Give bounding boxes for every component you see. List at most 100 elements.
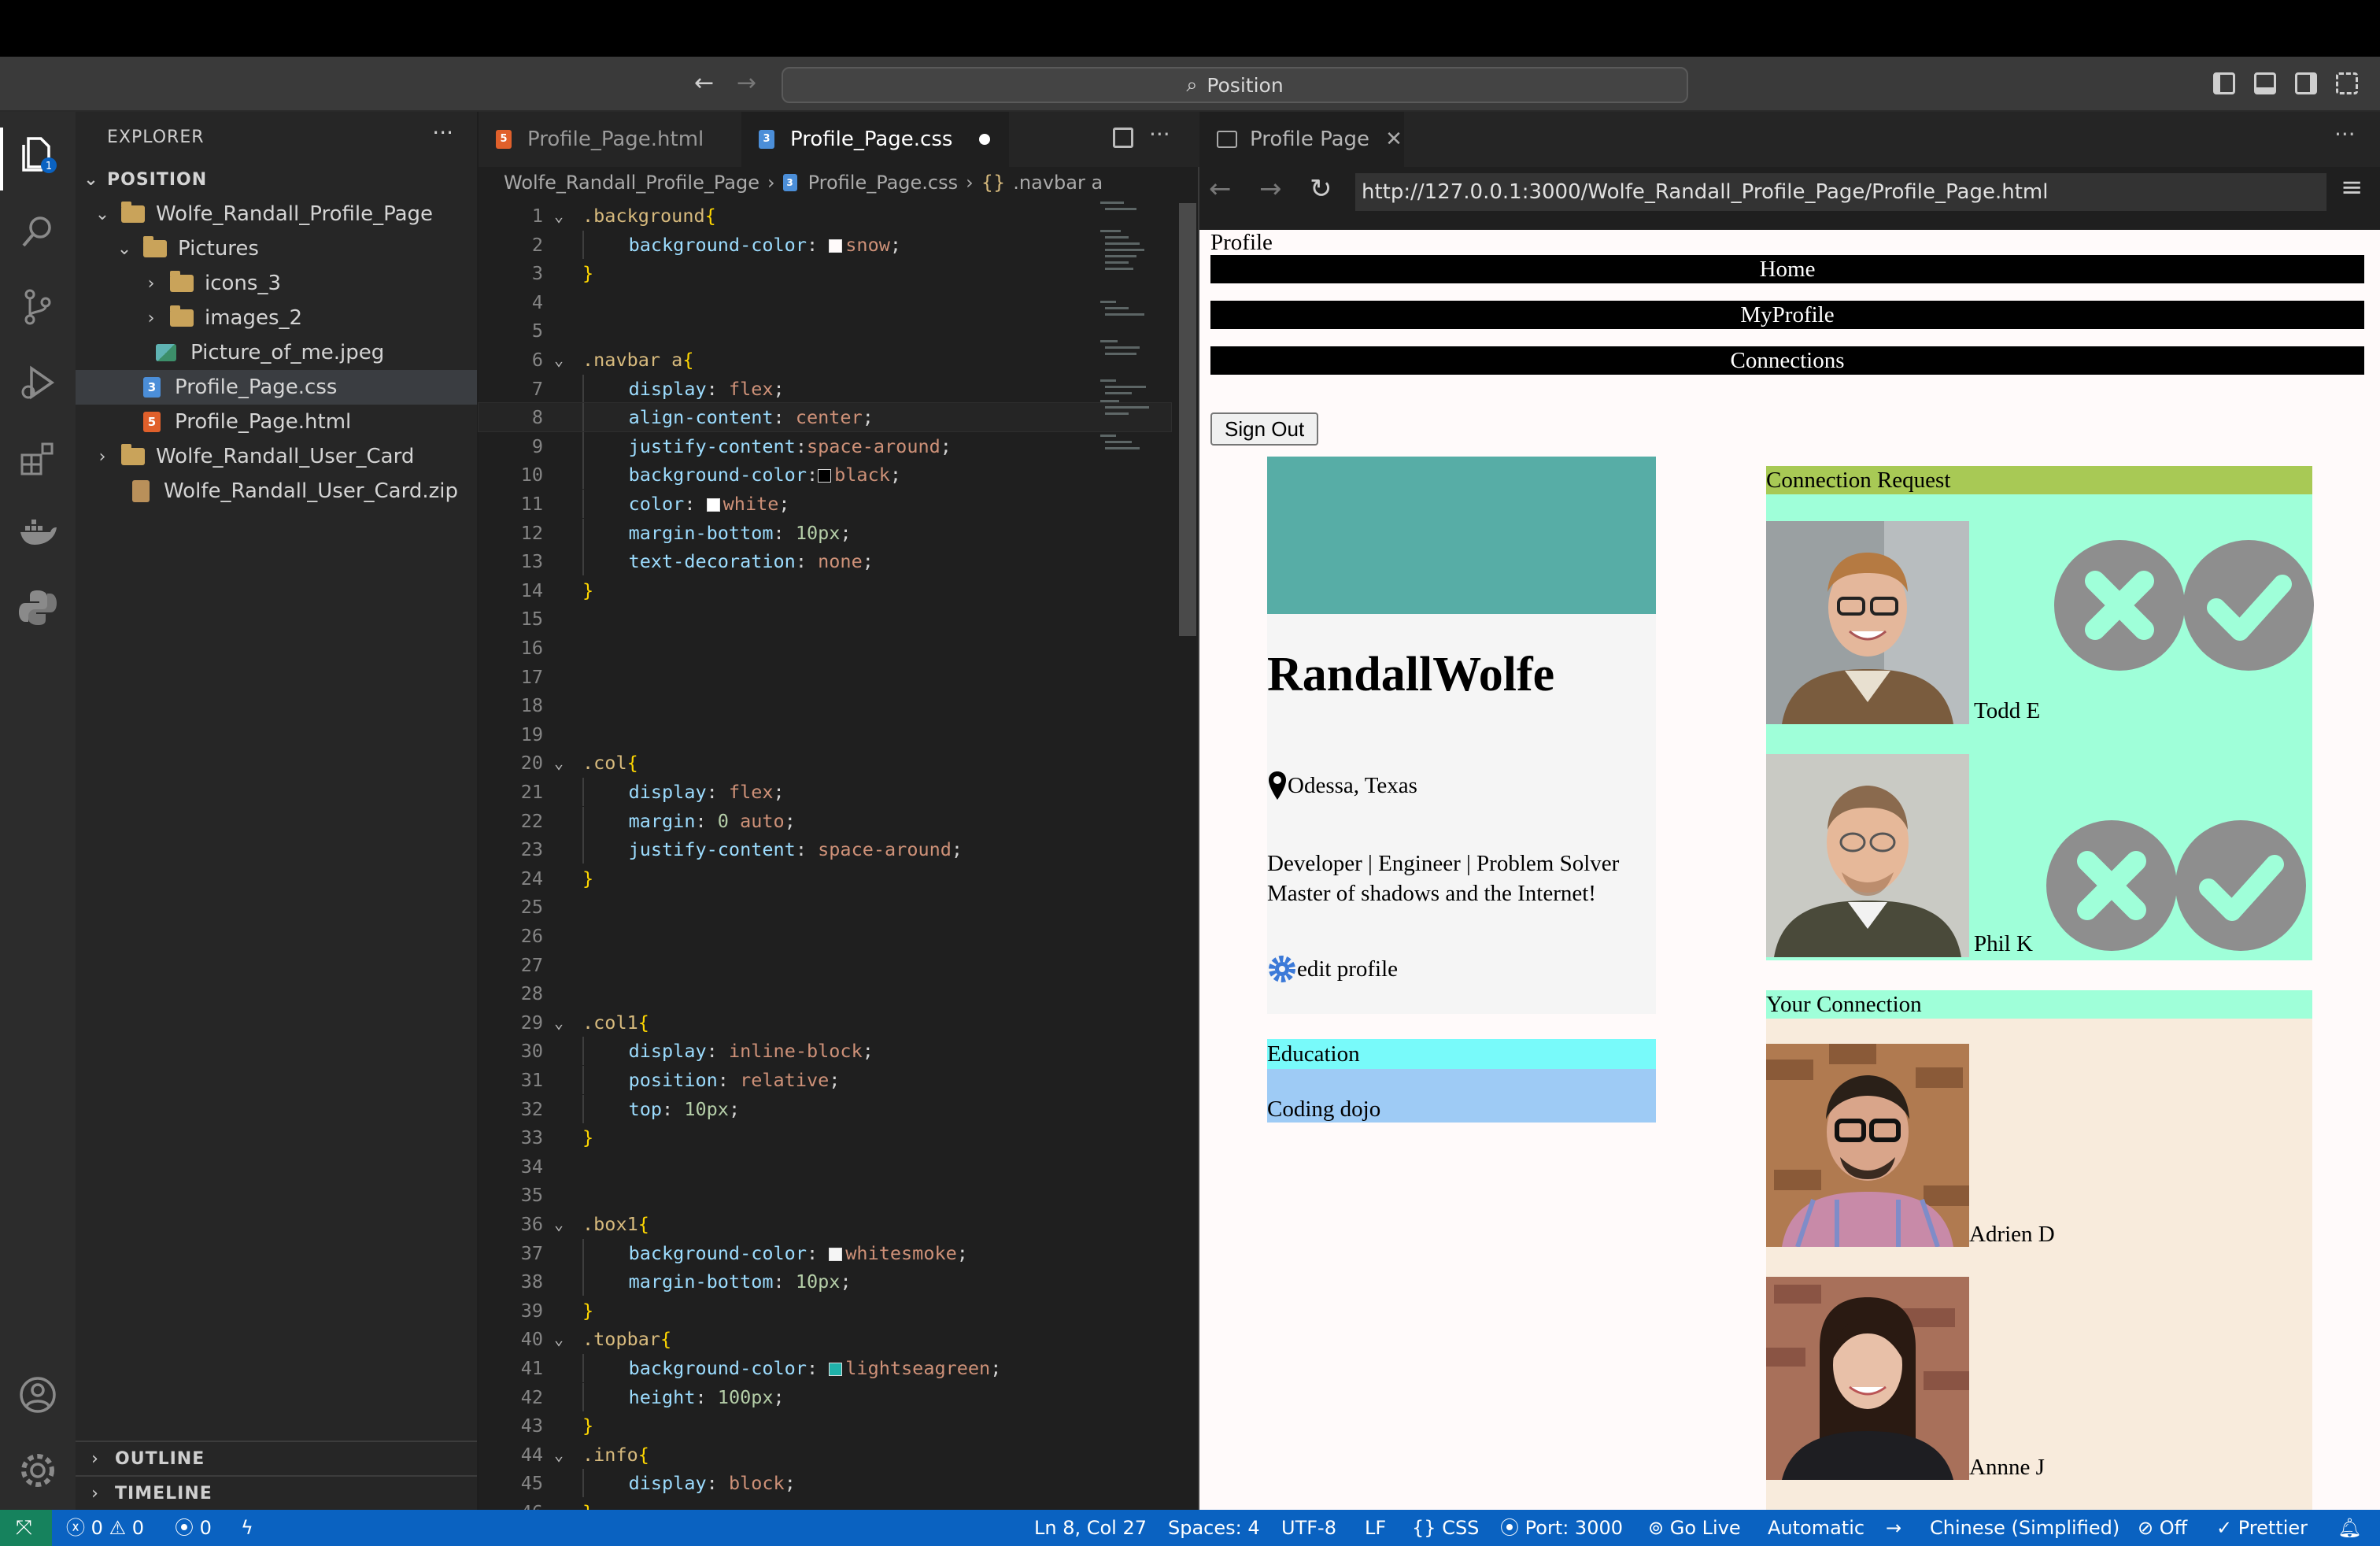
more-actions-icon[interactable]: ··· bbox=[432, 120, 453, 146]
remote-indicator[interactable]: ⤧ bbox=[0, 1510, 52, 1546]
tree-item-file[interactable]: 5 Profile_Page.html bbox=[76, 405, 477, 439]
lightning-icon[interactable]: ϟ bbox=[241, 1510, 253, 1546]
nav-link-home[interactable]: Home bbox=[1210, 255, 2364, 283]
decline-button[interactable] bbox=[2054, 540, 2185, 671]
tree-item-file[interactable]: Wolfe_Randall_User_Card.zip bbox=[76, 474, 477, 509]
accept-button[interactable] bbox=[2175, 820, 2306, 951]
extensions-icon[interactable] bbox=[17, 438, 58, 479]
code-line[interactable]: 16 bbox=[479, 634, 1171, 662]
code-line[interactable]: 4 bbox=[479, 288, 1171, 316]
code-line[interactable]: 44 ⌄ .info{ bbox=[479, 1441, 1171, 1469]
problems-indicator[interactable]: ⓧ 0 ⚠ 0 bbox=[66, 1510, 144, 1546]
tab-profile-page[interactable]: Profile Page ✕ bbox=[1199, 112, 1404, 167]
code-line[interactable]: 7 display: flex; bbox=[479, 374, 1171, 403]
run-debug-icon[interactable] bbox=[17, 362, 58, 403]
forward-arrow-icon[interactable]: → bbox=[737, 69, 756, 97]
code-line[interactable]: 23 justify-content: space-around; bbox=[479, 835, 1171, 864]
fold-chevron-icon[interactable]: ⌄ bbox=[554, 202, 564, 230]
forward-arrow-icon[interactable]: → bbox=[1259, 173, 1282, 205]
breadcrumb-folder[interactable]: Wolfe_Randall_Profile_Page bbox=[504, 172, 759, 194]
code-line[interactable]: 11 color: white; bbox=[479, 490, 1171, 518]
code-line[interactable]: 39} bbox=[479, 1296, 1171, 1325]
code-line[interactable]: 8 align-content: center; bbox=[478, 402, 1172, 433]
account-icon[interactable] bbox=[17, 1374, 58, 1415]
timeline-section[interactable]: › TIMELINE bbox=[76, 1475, 477, 1510]
code-line[interactable]: 13 text-decoration: none; bbox=[479, 547, 1171, 576]
end-of-line[interactable]: LF bbox=[1365, 1510, 1386, 1546]
code-line[interactable]: 3} bbox=[479, 259, 1171, 287]
breadcrumb-file[interactable]: Profile_Page.css bbox=[808, 172, 959, 194]
customize-layout-icon[interactable] bbox=[2336, 72, 2358, 94]
encoding[interactable]: UTF-8 bbox=[1281, 1510, 1336, 1546]
code-line[interactable]: 29 ⌄ .col1{ bbox=[479, 1008, 1171, 1037]
code-line[interactable]: 38 margin-bottom: 10px; bbox=[479, 1267, 1171, 1296]
go-live-button[interactable]: ⊚ Go Live bbox=[1648, 1510, 1741, 1546]
reload-icon[interactable]: ↻ bbox=[1310, 173, 1332, 205]
code-line[interactable]: 43} bbox=[479, 1411, 1171, 1440]
toggle-secondary-sidebar-icon[interactable] bbox=[2295, 72, 2317, 94]
code-line[interactable]: 1 ⌄ .background{ bbox=[479, 202, 1171, 230]
tab-profile-page-css[interactable]: 3 Profile_Page.css bbox=[741, 112, 1009, 167]
tree-item-folder[interactable]: ⌄ Pictures bbox=[76, 231, 477, 266]
code-line[interactable]: 21 display: flex; bbox=[479, 778, 1171, 806]
explorer-files-icon[interactable]: 1 bbox=[17, 134, 58, 175]
code-line[interactable]: 22 margin: 0 auto; bbox=[479, 806, 1171, 835]
code-line[interactable]: 33} bbox=[479, 1123, 1171, 1152]
nav-link-connections[interactable]: Connections bbox=[1210, 346, 2364, 375]
copilot-off-indicator[interactable]: ⊘ Off bbox=[2138, 1510, 2187, 1546]
code-line[interactable]: 25 bbox=[479, 893, 1171, 921]
code-line[interactable]: 35 bbox=[479, 1181, 1171, 1209]
locale-indicator[interactable]: Chinese (Simplified) bbox=[1930, 1510, 2119, 1546]
tree-item-folder[interactable]: ⌄ Wolfe_Randall_Profile_Page bbox=[76, 197, 477, 231]
tree-item-folder[interactable]: › Wolfe_Randall_User_Card bbox=[76, 439, 477, 474]
code-line[interactable]: 42 height: 100px; bbox=[479, 1382, 1171, 1411]
tree-item-folder[interactable]: › icons_3 bbox=[76, 266, 477, 301]
tree-item-folder[interactable]: › images_2 bbox=[76, 301, 477, 335]
tree-item-file-selected[interactable]: 3 Profile_Page.css bbox=[76, 370, 477, 405]
code-line[interactable]: 31 position: relative; bbox=[479, 1066, 1171, 1094]
edit-profile-link[interactable]: edit profile bbox=[1267, 954, 1398, 984]
more-actions-icon[interactable]: ··· bbox=[1149, 121, 1170, 147]
search-icon[interactable] bbox=[17, 211, 58, 252]
menu-icon[interactable]: ≡ bbox=[2341, 172, 2363, 203]
cursor-position[interactable]: Ln 8, Col 27 bbox=[1034, 1510, 1147, 1546]
indentation[interactable]: Spaces: 4 bbox=[1168, 1510, 1260, 1546]
tab-profile-page-html[interactable]: 5 Profile_Page.html bbox=[479, 112, 738, 167]
fold-chevron-icon[interactable]: ⌄ bbox=[554, 1210, 564, 1238]
close-icon[interactable]: ✕ bbox=[1385, 128, 1402, 151]
notifications-bell-icon[interactable]: 🔔︎ bbox=[2338, 1510, 2361, 1546]
breadcrumb-symbol[interactable]: .navbar a bbox=[1013, 172, 1103, 194]
outline-section[interactable]: › OUTLINE bbox=[76, 1441, 477, 1475]
code-line[interactable]: 19 bbox=[479, 720, 1171, 749]
nav-link-myprofile[interactable]: MyProfile bbox=[1210, 301, 2364, 329]
automatic-indicator[interactable]: Automatic bbox=[1768, 1510, 1864, 1546]
accept-button[interactable] bbox=[2183, 540, 2314, 671]
code-line[interactable]: 36 ⌄ .box1{ bbox=[479, 1210, 1171, 1238]
code-line[interactable]: 37 background-color: whitesmoke; bbox=[479, 1238, 1171, 1267]
prettier-indicator[interactable]: ✓ Prettier bbox=[2216, 1510, 2308, 1546]
command-center-search[interactable]: ⌕ Position bbox=[782, 67, 1688, 103]
python-icon[interactable] bbox=[17, 587, 58, 628]
code-line[interactable]: 10 background-color: black; bbox=[479, 460, 1171, 490]
language-mode[interactable]: {} CSS bbox=[1412, 1510, 1479, 1546]
code-line[interactable]: 2 background-color: snow; bbox=[479, 230, 1171, 259]
toggle-sidebar-icon[interactable] bbox=[2213, 72, 2235, 94]
code-line[interactable]: 32 top: 10px; bbox=[479, 1094, 1171, 1123]
tree-item-file[interactable]: Picture_of_me.jpeg bbox=[76, 335, 477, 370]
minimap[interactable] bbox=[1100, 198, 1163, 600]
fold-chevron-icon[interactable]: ⌄ bbox=[554, 1008, 564, 1037]
decline-button[interactable] bbox=[2046, 820, 2177, 951]
sign-out-button[interactable]: Sign Out bbox=[1210, 412, 1319, 446]
code-line[interactable]: 34 bbox=[479, 1152, 1171, 1181]
code-line[interactable]: 26 bbox=[479, 922, 1171, 950]
fold-chevron-icon[interactable]: ⌄ bbox=[554, 346, 564, 374]
source-control-icon[interactable] bbox=[17, 287, 58, 327]
code-line[interactable]: 15 bbox=[479, 605, 1171, 633]
fold-chevron-icon[interactable]: ⌄ bbox=[554, 749, 564, 777]
toggle-panel-icon[interactable] bbox=[2254, 72, 2276, 94]
code-line[interactable]: 20 ⌄ .col{ bbox=[479, 749, 1171, 777]
code-line[interactable]: 9 justify-content:space-around; bbox=[479, 431, 1171, 460]
code-line[interactable]: 5 bbox=[479, 316, 1171, 345]
more-actions-icon[interactable]: ··· bbox=[2334, 121, 2356, 147]
ports-indicator[interactable]: ⦿ 0 bbox=[175, 1510, 212, 1546]
